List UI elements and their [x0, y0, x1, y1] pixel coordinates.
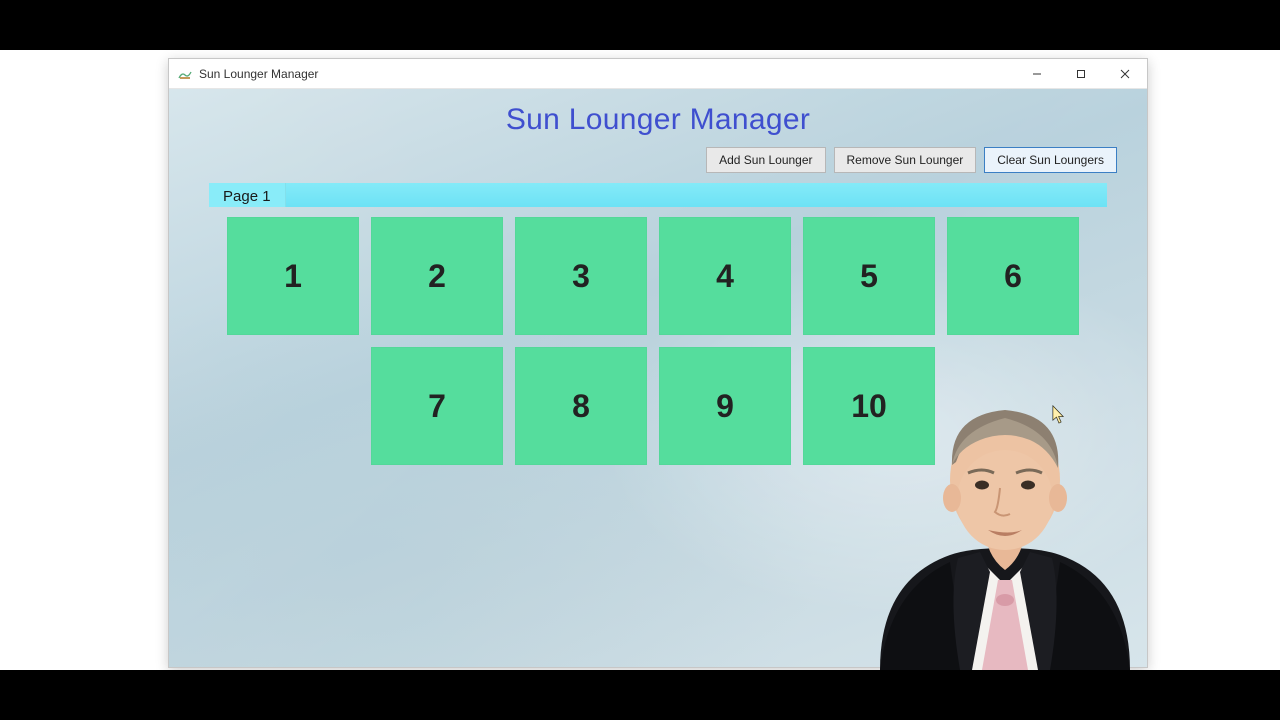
app-icon: [177, 66, 193, 82]
maximize-button[interactable]: [1059, 59, 1103, 89]
remove-sun-lounger-button[interactable]: Remove Sun Lounger: [834, 147, 977, 173]
toolbar: Add Sun Lounger Remove Sun Lounger Clear…: [169, 147, 1147, 183]
minimize-button[interactable]: [1015, 59, 1059, 89]
app-body: Sun Lounger Manager Add Sun Lounger Remo…: [169, 89, 1147, 667]
lounger-tile[interactable]: 4: [659, 217, 791, 335]
tab-strip: Page 1: [209, 183, 1107, 207]
lounger-tile[interactable]: 1: [227, 217, 359, 335]
lounger-grid: 1 2 3 4 5 6 7 8 9 10: [169, 207, 1147, 465]
lounger-tile[interactable]: 3: [515, 217, 647, 335]
page-title: Sun Lounger Manager: [169, 89, 1147, 147]
titlebar: Sun Lounger Manager: [169, 59, 1147, 89]
lounger-tile[interactable]: 9: [659, 347, 791, 465]
lounger-tile[interactable]: 8: [515, 347, 647, 465]
lounger-tile[interactable]: 6: [947, 217, 1079, 335]
tab-page-1[interactable]: Page 1: [209, 183, 286, 207]
lounger-tile[interactable]: 10: [803, 347, 935, 465]
app-window: Sun Lounger Manager Sun Lounger Manager …: [168, 58, 1148, 668]
lounger-tile[interactable]: 7: [371, 347, 503, 465]
lounger-tile[interactable]: 2: [371, 217, 503, 335]
close-button[interactable]: [1103, 59, 1147, 89]
window-title: Sun Lounger Manager: [199, 67, 318, 81]
add-sun-lounger-button[interactable]: Add Sun Lounger: [706, 147, 825, 173]
clear-sun-loungers-button[interactable]: Clear Sun Loungers: [984, 147, 1117, 173]
lounger-tile[interactable]: 5: [803, 217, 935, 335]
